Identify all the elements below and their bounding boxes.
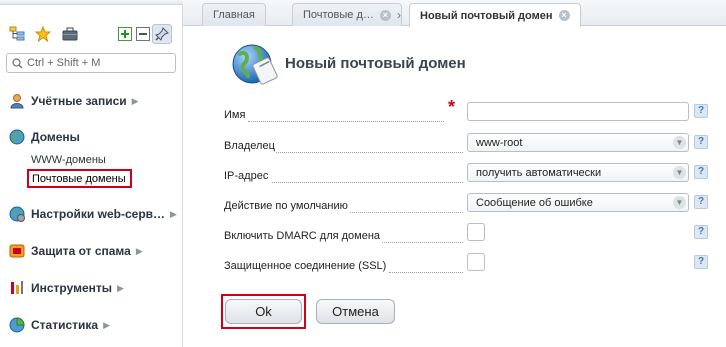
chevron-down-icon: ▼	[673, 166, 686, 179]
form-row-dmarc: Включить DMARC для домена ?	[224, 222, 714, 244]
help-icon[interactable]: ?	[694, 255, 708, 269]
default-action-value: Сообщение об ошибке	[476, 197, 593, 209]
sidebar-group-label: Инструменты	[31, 281, 113, 295]
tab-home[interactable]: Главная	[202, 3, 266, 26]
sidebar-group-tools[interactable]: Инструменты ▶	[8, 279, 124, 297]
label-leader	[272, 182, 463, 183]
expand-all-icon[interactable]	[115, 24, 135, 44]
form-row-default-action: Действие по умолчанию Сообщение об ошибк…	[224, 192, 714, 214]
sidebar-item-www-domains[interactable]: WWW-домены	[31, 154, 106, 166]
help-icon[interactable]: ?	[694, 195, 708, 209]
field-label: Включить DMARC для домена	[224, 230, 381, 242]
tab-mail-domains[interactable]: Почтовые д… ×	[292, 3, 402, 26]
field-label: Действие по умолчанию	[224, 200, 348, 212]
ok-button[interactable]: Ok	[225, 299, 302, 324]
ssl-checkbox[interactable]	[467, 253, 485, 271]
globe-icon	[8, 128, 26, 146]
form-row-owner: Владелец www-root ▼ ?	[224, 132, 714, 154]
form-row-name: Имя * ?	[224, 97, 714, 123]
help-icon[interactable]: ?	[694, 135, 708, 149]
page-title: Новый почтовый домен	[285, 55, 466, 72]
tab-label: Главная	[213, 9, 255, 21]
ip-select-value: получить автоматически	[476, 167, 602, 179]
sidebar-group-web-settings[interactable]: Настройки web-серв… ▶	[8, 205, 177, 223]
sidebar-item-mail-domains[interactable]: Почтовые домены	[27, 169, 132, 188]
collapse-all-icon[interactable]	[133, 24, 153, 44]
sidebar-search[interactable]: Ctrl + Shift + M	[6, 53, 176, 73]
default-action-select[interactable]: Сообщение об ошибке ▼	[467, 193, 689, 212]
sidebar-group-accounts[interactable]: Учётные записи ▶	[8, 92, 139, 110]
tree-view-icon[interactable]	[7, 24, 27, 44]
owner-select[interactable]: www-root ▼	[467, 133, 689, 152]
chevron-right-icon: ▶	[135, 245, 143, 256]
chevron-right-icon: ▶	[117, 282, 124, 293]
ip-address-select[interactable]: получить автоматически ▼	[467, 163, 689, 182]
required-asterisk: *	[448, 97, 456, 117]
search-placeholder: Ctrl + Shift + M	[27, 57, 101, 69]
chevron-right-icon: ›	[397, 8, 401, 22]
cancel-button[interactable]: Отмена	[316, 299, 395, 324]
favorites-star-icon[interactable]	[33, 24, 53, 44]
field-label: Имя	[224, 109, 246, 121]
close-icon[interactable]: ×	[379, 9, 391, 21]
web-settings-icon	[8, 205, 26, 223]
name-input[interactable]	[467, 102, 689, 121]
field-label: Владелец	[224, 140, 275, 152]
sidebar-toolbar	[7, 24, 177, 46]
sidebar-group-label: Защита от спама	[31, 244, 131, 258]
users-icon	[8, 92, 26, 110]
sidebar-group-domains[interactable]: Домены	[8, 128, 80, 146]
help-icon[interactable]: ?	[694, 225, 708, 239]
tab-label: Новый почтовый домен	[420, 9, 553, 22]
label-leader	[350, 212, 463, 213]
form-row-ssl: Защищенное соединение (SSL) ?	[224, 252, 714, 274]
help-icon[interactable]: ?	[694, 104, 708, 118]
sidebar-top-strip	[0, 0, 183, 5]
main-panel: Новый почтовый домен Имя * ? Владелец ww…	[200, 27, 726, 347]
tab-bar: Главная Почтовые д… × › Новый почтовый д…	[183, 0, 726, 27]
sidebar: Ctrl + Shift + M Учётные записи ▶ Домены…	[0, 0, 183, 347]
form-row-ip: IP-адрес получить автоматически ▼ ?	[224, 162, 714, 184]
label-leader	[248, 121, 444, 122]
mail-domain-globe-icon	[232, 44, 278, 85]
field-label: IP-адрес	[224, 170, 269, 182]
spam-shield-icon	[8, 242, 26, 260]
label-leader	[276, 152, 463, 153]
search-icon	[12, 58, 23, 69]
chevron-down-icon: ▼	[673, 196, 686, 209]
tools-icon	[8, 279, 26, 297]
owner-select-value: www-root	[476, 137, 523, 149]
label-leader	[382, 242, 463, 243]
sidebar-group-label: Учётные записи	[31, 94, 127, 108]
tab-new-mail-domain[interactable]: Новый почтовый домен ×	[409, 3, 581, 27]
sidebar-group-label: Настройки web-серв…	[31, 207, 166, 221]
sidebar-group-label: Домены	[31, 130, 80, 144]
pie-chart-icon	[8, 316, 26, 334]
label-leader	[389, 272, 463, 273]
briefcase-icon[interactable]	[60, 24, 80, 44]
field-label: Защищенное соединение (SSL)	[224, 260, 387, 272]
dmarc-checkbox[interactable]	[467, 223, 485, 241]
chevron-right-icon: ▶	[170, 208, 177, 219]
close-icon[interactable]: ×	[558, 10, 570, 21]
chevron-right-icon: ▶	[131, 95, 139, 106]
chevron-right-icon: ▶	[103, 319, 110, 330]
sidebar-group-label: Статистика	[31, 318, 99, 332]
chevron-down-icon: ▼	[673, 136, 686, 149]
pin-icon[interactable]	[152, 24, 172, 44]
tab-label: Почтовые д…	[303, 9, 374, 21]
sidebar-group-spam[interactable]: Защита от спама ▶	[8, 242, 143, 260]
sidebar-group-statistics[interactable]: Статистика ▶	[8, 316, 110, 334]
help-icon[interactable]: ?	[694, 165, 708, 179]
